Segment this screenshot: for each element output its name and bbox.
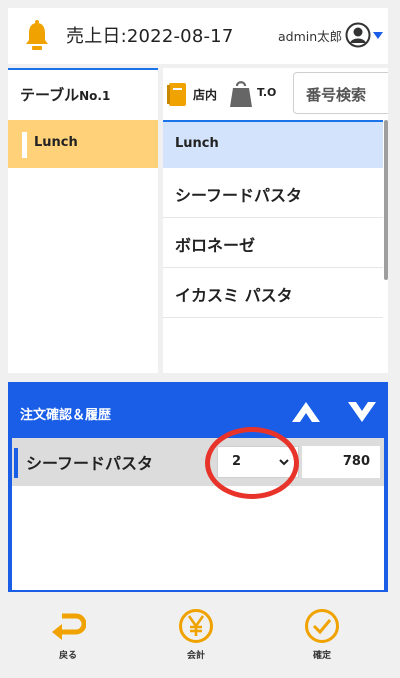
number-search-button[interactable]: 番号検索 xyxy=(293,72,388,114)
category-label: Lunch xyxy=(34,135,78,150)
order-list: シーフードパスタ 2 780 xyxy=(12,438,384,590)
menu-item-squid-ink-pasta[interactable]: イカスミ パスタ xyxy=(163,268,383,318)
selection-bar xyxy=(22,132,27,158)
arrow-up-icon[interactable] xyxy=(290,400,322,424)
sales-date: 売上日:2022-08-17 xyxy=(66,26,234,47)
number-search-label: 番号検索 xyxy=(306,86,367,104)
admin-name[interactable]: admin太郎 xyxy=(278,26,342,45)
eat-in-icon[interactable] xyxy=(167,82,187,108)
footer-toolbar: 戻る 会計 確定 xyxy=(0,592,400,678)
order-row-marker xyxy=(14,448,18,478)
menu-category-header[interactable]: Lunch xyxy=(163,120,383,168)
bell-icon[interactable] xyxy=(24,20,50,50)
tab-eat-in[interactable]: 店内 xyxy=(193,86,217,103)
category-item-lunch[interactable]: Lunch xyxy=(8,120,158,168)
confirm-label: 確定 xyxy=(312,651,331,661)
price-value: 780 xyxy=(342,454,370,469)
tab-takeout[interactable]: T.O xyxy=(257,86,276,99)
menu-category-label: Lunch xyxy=(175,136,219,151)
table-number-label: テーブルNo.1 xyxy=(20,86,111,104)
highlight-circle xyxy=(205,427,299,499)
menu-item-label: イカスミ パスタ xyxy=(175,286,293,305)
app-header: 売上日:2022-08-17 admin太郎 xyxy=(8,8,388,64)
menu-item-label: シーフードパスタ xyxy=(175,186,303,205)
menu-item-seafood-pasta[interactable]: シーフードパスタ xyxy=(163,168,383,218)
order-panel-title: 注文確認＆履歴 xyxy=(20,408,112,423)
user-icon[interactable] xyxy=(345,22,371,48)
caret-down-icon[interactable] xyxy=(372,30,384,40)
menu-scrollbar[interactable] xyxy=(384,120,388,280)
return-icon xyxy=(52,613,86,640)
order-history-panel: 注文確認＆履歴 シーフードパスタ 2 780 xyxy=(8,382,388,592)
confirm-button[interactable]: 確定 xyxy=(292,608,352,662)
arrow-down-icon[interactable] xyxy=(346,400,378,424)
check-icon xyxy=(305,609,339,643)
takeout-icon[interactable] xyxy=(229,78,253,108)
order-type-tabs: 店内 T.O 番号検索 xyxy=(163,68,388,118)
menu-list: Lunch シーフードパスタ ボロネーゼ イカスミ パスタ xyxy=(163,120,388,370)
price-field: 780 xyxy=(302,446,380,478)
menu-panel: 店内 T.O 番号検索 Lunch シーフードパスタ ボロネーゼ イカスミ パス… xyxy=(163,68,388,373)
back-label: 戻る xyxy=(58,651,77,661)
order-item-name: シーフードパスタ xyxy=(26,454,154,473)
checkout-button[interactable]: 会計 xyxy=(166,608,226,662)
table-number-tab[interactable]: テーブルNo.1 xyxy=(8,68,158,118)
menu-item-label: ボロネーゼ xyxy=(175,236,256,255)
menu-item-bolognese[interactable]: ボロネーゼ xyxy=(163,218,383,268)
back-button[interactable]: 戻る xyxy=(38,608,98,662)
yen-icon xyxy=(179,609,213,643)
table-panel: テーブルNo.1 Lunch xyxy=(8,68,158,373)
order-row[interactable]: シーフードパスタ 2 780 xyxy=(12,438,384,486)
checkout-label: 会計 xyxy=(186,651,205,661)
